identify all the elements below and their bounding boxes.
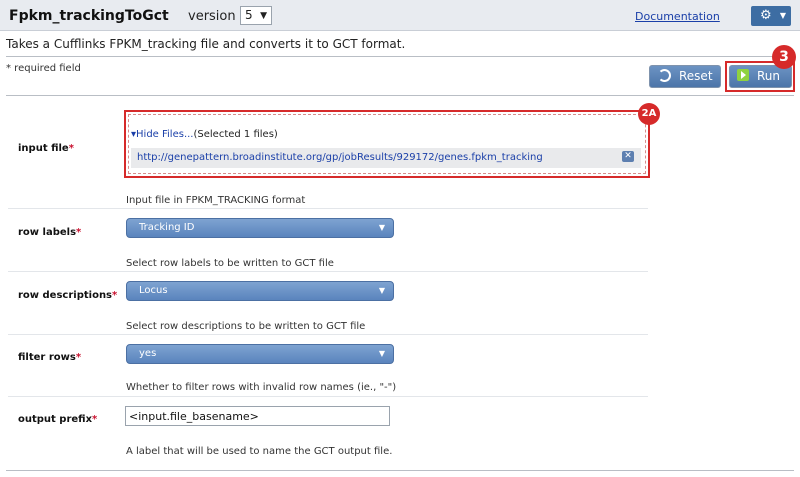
row-descriptions-help: Select row descriptions to be written to… [126, 321, 366, 332]
required-mark: * [68, 143, 74, 154]
gear-icon: ⚙ [760, 8, 772, 23]
refresh-icon [658, 69, 671, 82]
version-label: version [188, 9, 236, 24]
row-descriptions-label: row descriptions* [18, 290, 117, 301]
version-select[interactable]: 5 ▼ [240, 6, 272, 25]
row-descriptions-select[interactable]: Locus ▼ [126, 281, 394, 301]
required-mark: * [112, 290, 118, 301]
divider [6, 56, 794, 57]
selected-files-count: (Selected 1 files) [193, 129, 278, 140]
filter-rows-help: Whether to filter rows with invalid row … [126, 382, 397, 393]
settings-menu-button[interactable]: ⚙ ▼ [751, 6, 791, 26]
input-file-label-text: input file [18, 143, 69, 154]
row-labels-select[interactable]: Tracking ID ▼ [126, 218, 394, 238]
input-file-help: Input file in FPKM_TRACKING format [126, 195, 306, 206]
required-mark: * [92, 414, 98, 425]
row-labels-value: Tracking ID [139, 222, 195, 233]
required-mark: * [75, 352, 82, 363]
row-descriptions-label-text: row descriptions [18, 290, 113, 301]
row-descriptions-value: Locus [139, 285, 168, 296]
callout-badge-3: 3 [772, 45, 796, 69]
version-value: 5 [245, 8, 253, 22]
required-mark: * [76, 227, 82, 238]
row-separator [8, 396, 648, 397]
filter-rows-select[interactable]: yes ▼ [126, 344, 394, 364]
required-field-note: * required field [6, 63, 81, 74]
chevron-down-icon: ▼ [378, 349, 385, 358]
row-labels-help: Select row labels to be written to GCT f… [126, 258, 334, 269]
chevron-down-icon: ▼ [260, 11, 267, 21]
output-prefix-help: A label that will be used to name the GC… [126, 446, 393, 457]
hide-files-toggle[interactable]: ▾Hide Files...(Selected 1 files) [131, 129, 278, 140]
reset-label: Reset [679, 69, 713, 83]
output-prefix-input[interactable] [125, 406, 390, 426]
row-separator [8, 334, 648, 335]
input-file-label: input file* [18, 143, 74, 154]
selected-file-url[interactable]: http://genepattern.broadinstitute.org/gp… [137, 152, 543, 163]
play-icon [737, 69, 749, 81]
chevron-down-icon: ▼ [378, 286, 385, 295]
chevron-down-icon: ▼ [779, 11, 786, 20]
row-labels-label: row labels* [18, 227, 81, 238]
reset-button[interactable]: Reset [649, 65, 721, 88]
run-label: Run [757, 69, 781, 83]
output-prefix-label-text: output prefix [18, 414, 93, 425]
row-separator [8, 271, 648, 272]
documentation-link[interactable]: Documentation [635, 10, 720, 23]
filter-rows-label: filter rows* [18, 352, 81, 363]
divider [6, 470, 794, 471]
filter-rows-value: yes [139, 348, 157, 359]
module-name: Fpkm_trackingToGct [9, 8, 169, 24]
chevron-down-icon: ▼ [378, 223, 385, 232]
callout-badge-2a: 2A [638, 103, 660, 125]
divider [6, 95, 794, 96]
row-labels-label-text: row labels [18, 227, 77, 238]
filter-rows-label-text: filter rows [18, 352, 76, 363]
hide-files-link[interactable]: Hide Files... [136, 129, 193, 140]
row-separator [8, 208, 648, 209]
remove-icon[interactable]: ✕ [622, 151, 634, 162]
module-description: Takes a Cufflinks FPKM_tracking file and… [6, 37, 406, 51]
output-prefix-label: output prefix* [18, 414, 97, 425]
